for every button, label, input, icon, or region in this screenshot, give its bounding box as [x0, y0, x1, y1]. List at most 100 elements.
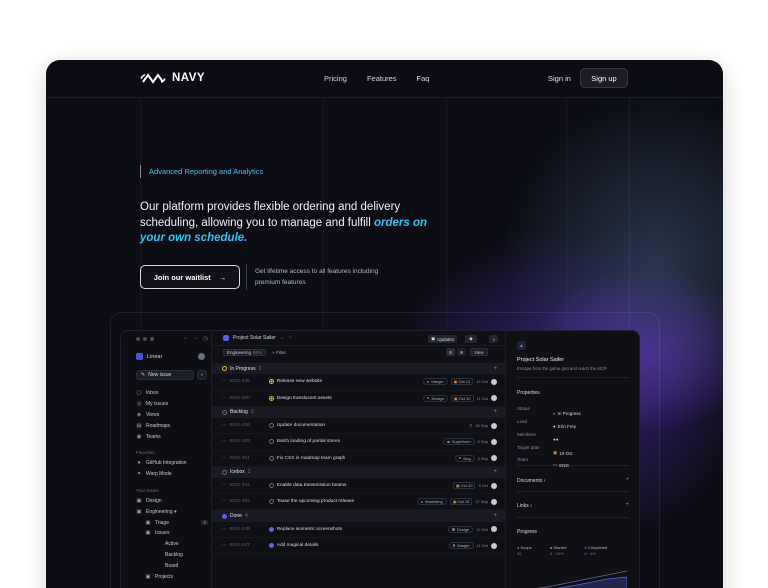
property-value[interactable]: ▣ 10 Oct	[553, 450, 573, 456]
avatar[interactable]	[491, 378, 497, 385]
sidebar-item-inbox[interactable]: ▢ Inbox	[136, 388, 208, 399]
label-tag[interactable]: Superform	[443, 438, 475, 446]
avatar[interactable]	[491, 395, 497, 402]
chevron-down-icon[interactable]: ⌄	[280, 335, 284, 341]
table-row[interactable]: — ENG-247 Add magical details Margin 11 Oct	[212, 538, 505, 554]
board-view-icon[interactable]: ⊞	[457, 348, 466, 356]
tag-dot-icon	[452, 528, 455, 531]
group-header[interactable]: Done 4 +	[212, 510, 505, 522]
add-issue-icon[interactable]: +	[493, 409, 497, 415]
sidebar-item-label: My issues	[146, 401, 169, 408]
add-issue-icon[interactable]: +	[493, 469, 497, 475]
table-row[interactable]: — ENG-344 Enable data transmission beams ▣ O…	[212, 478, 505, 494]
documents-heading[interactable]: Documents ›	[517, 478, 545, 484]
property-value[interactable]: ●●	[553, 437, 560, 442]
group-header[interactable]: In Progress 2 +	[212, 363, 505, 375]
sidebar-team-item[interactable]: ▣ Issues	[136, 528, 208, 539]
status-icon	[222, 409, 227, 415]
filter-button[interactable]: + Filter	[272, 350, 286, 355]
window-dot[interactable]	[143, 337, 147, 341]
window-dot[interactable]	[136, 337, 140, 341]
label-tag[interactable]: Design	[422, 394, 448, 402]
table-row[interactable]: — ENG-249 Replace isometric screenshots Des…	[212, 522, 505, 538]
avatar[interactable]	[491, 455, 497, 462]
sidebar-item-views[interactable]: ◈ Views	[136, 410, 208, 421]
list-view-icon[interactable]: ☰	[446, 348, 455, 356]
sidebar-team-item[interactable]: ▣ Projects	[136, 571, 208, 582]
label-tag[interactable]: Bug	[454, 454, 475, 462]
sidebar-item-teams[interactable]: ◉ Teams	[136, 431, 208, 442]
nav-link-faq[interactable]: Faq	[417, 74, 430, 83]
new-issue-button[interactable]: ✎ New issue	[136, 370, 194, 380]
back-icon[interactable]: ←	[183, 335, 189, 342]
sidebar-team-item[interactable]: ▣ Design	[136, 496, 208, 507]
updates-button[interactable]: ▣ Updates	[428, 335, 458, 343]
table-row[interactable]: — ENG-028 Update documentation ⚲ 30 Sep	[212, 418, 505, 434]
avatar[interactable]	[491, 422, 497, 429]
sidebar-item-roadmaps[interactable]: ▤ Roadmaps	[136, 420, 208, 431]
issue-id: ENG-250	[229, 395, 250, 401]
project-name[interactable]: Project Solar Sailer	[233, 335, 276, 341]
search-icon[interactable]: ⌕	[197, 370, 207, 380]
avatar[interactable]	[198, 353, 205, 360]
links-heading[interactable]: Links ›	[517, 503, 532, 509]
avatar[interactable]	[491, 542, 497, 549]
sign-in-link[interactable]: Sign in	[548, 74, 571, 83]
property-label: Members	[517, 432, 536, 437]
priority-icon: —	[222, 543, 227, 549]
status-icon	[268, 499, 274, 505]
group-header[interactable]: Icebox 2 +	[212, 466, 505, 479]
group-header[interactable]: Backlog 3 +	[212, 406, 505, 419]
due-date[interactable]: ▣ Oct 12	[450, 394, 474, 402]
due-date[interactable]: ▣ Oct 20	[452, 482, 476, 490]
bell-icon[interactable]: ◆	[465, 335, 477, 343]
sidebar-favorite-item[interactable]: ✦ Warp Mode	[136, 469, 208, 480]
avatar[interactable]	[491, 498, 497, 505]
property-value[interactable]: ◐ In Progress	[553, 411, 581, 416]
panel-toggle-icon[interactable]: ◑	[489, 335, 498, 343]
legend-text: Started	[553, 545, 567, 550]
label-tag[interactable]: Margin	[448, 542, 474, 550]
label-tag[interactable]: Margin	[422, 378, 448, 386]
sidebar-item-label: Warp Mode	[146, 471, 172, 478]
sidebar-team-item[interactable]: Backlog	[136, 550, 208, 561]
priority-icon: —	[222, 439, 227, 445]
due-date[interactable]: ▣ Oct 19	[449, 498, 473, 506]
table-row[interactable]: — ENG-402 Tease the upcoming product relea…	[212, 494, 505, 510]
join-waitlist-button[interactable]: Join our waitlist →	[140, 265, 240, 289]
avatar[interactable]	[491, 482, 497, 489]
team-filter-chip[interactable]: Engineering 85%	[223, 349, 267, 356]
table-row[interactable]: — ENG-248 Release new website Margin ▣ Oct 12…	[212, 374, 505, 390]
avatar[interactable]	[491, 526, 497, 533]
due-date[interactable]: ▣ Oct 12	[450, 378, 474, 386]
property-value[interactable]: ● Erin Frey	[553, 424, 576, 429]
clock-icon[interactable]: ◷	[203, 335, 208, 342]
add-issue-icon[interactable]: +	[493, 513, 497, 519]
view-button[interactable]: View	[470, 348, 488, 356]
add-issue-icon[interactable]: +	[493, 366, 497, 372]
add-document-icon[interactable]: +	[625, 477, 629, 483]
label-tag[interactable]: Marketing	[416, 498, 447, 506]
sidebar-team-item[interactable]: Board	[136, 560, 208, 571]
forward-icon[interactable]: →	[193, 335, 199, 342]
avatar[interactable]	[491, 438, 497, 445]
sidebar-item-label: Roadmaps	[146, 422, 171, 429]
nav-link-pricing[interactable]: Pricing	[324, 74, 347, 83]
sidebar-team-item[interactable]: ▣ Triage 2	[136, 517, 208, 528]
sidebar-team-item[interactable]: Active	[136, 539, 208, 550]
sidebar-favorite-item[interactable]: ● GitHub Integration	[136, 458, 208, 469]
sidebar-team-item[interactable]: ▣ Engineering ▾	[136, 506, 208, 517]
window-dot[interactable]	[150, 337, 154, 341]
nav-link-features[interactable]: Features	[367, 74, 397, 83]
logo[interactable]: NAVY	[140, 72, 205, 84]
sidebar-item-my-issues[interactable]: ◎ My issues	[136, 399, 208, 410]
label-tag[interactable]: Design	[448, 525, 474, 533]
sign-up-button[interactable]: Sign up	[580, 68, 628, 88]
sidebar-item-label: Backlog	[165, 551, 183, 558]
table-row[interactable]: — ENG-108 Batch loading of partial stores S…	[212, 434, 505, 450]
table-row[interactable]: — ENG-201 Fix CSS in roadmap team graph Bug…	[212, 451, 505, 467]
star-icon[interactable]: ☆	[288, 335, 292, 341]
workspace-switcher[interactable]: Linear	[136, 353, 162, 360]
add-link-icon[interactable]: +	[625, 502, 629, 508]
table-row[interactable]: — ENG-250 Design translucent assets Design ▣…	[212, 391, 505, 407]
